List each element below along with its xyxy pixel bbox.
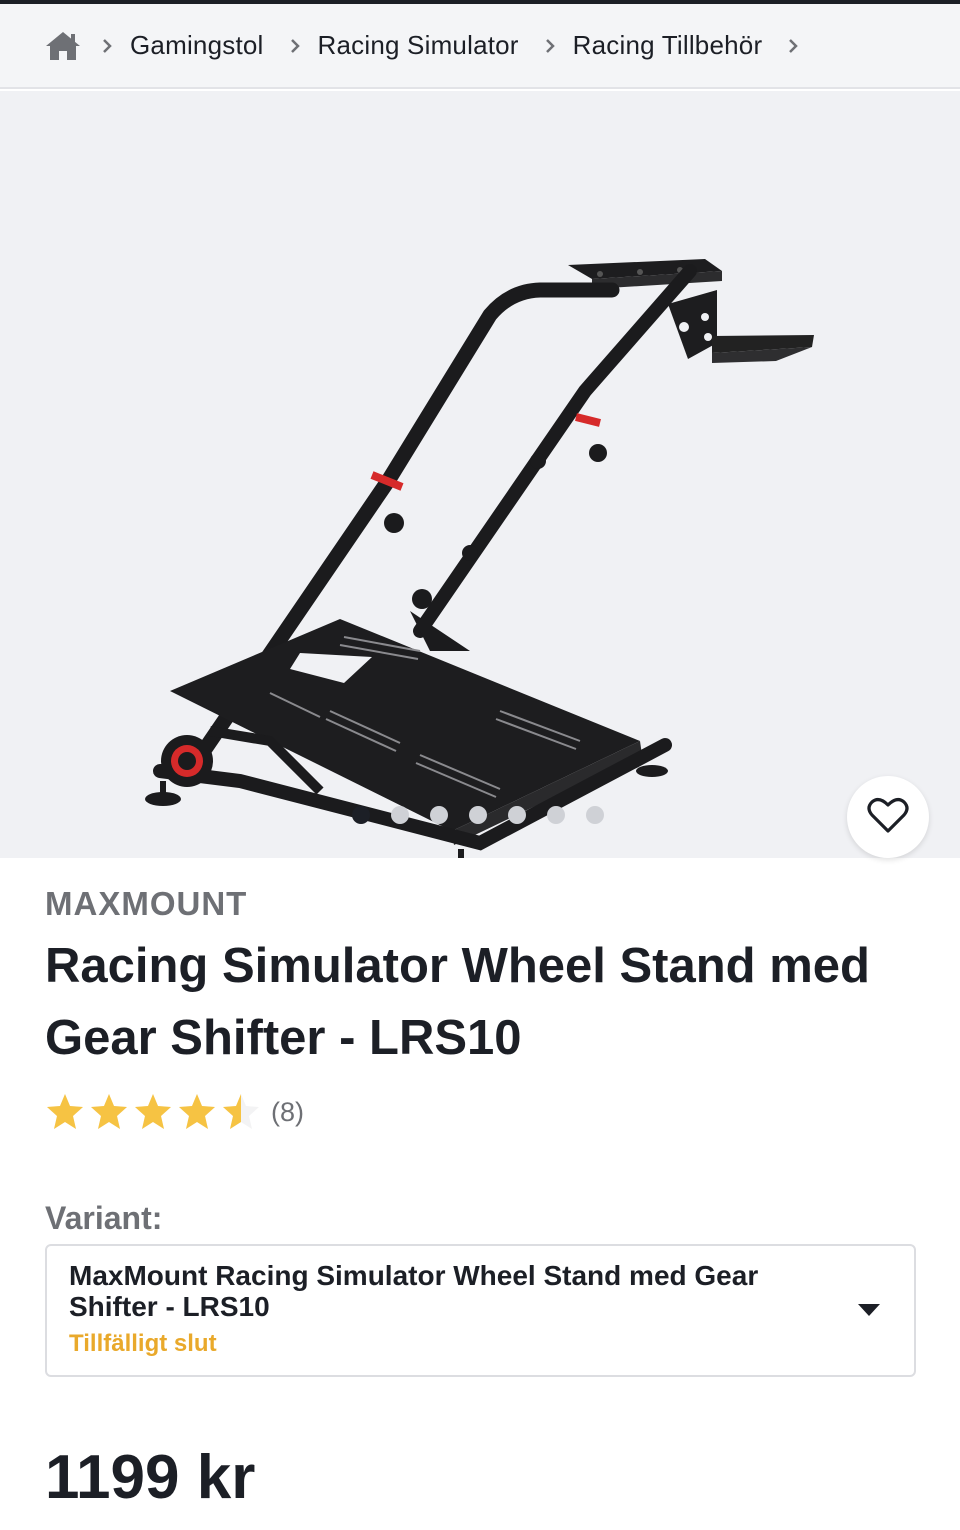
gallery-dot[interactable] (547, 806, 565, 824)
variant-value: MaxMount Racing Simulator Wheel Stand me… (69, 1260, 759, 1322)
product-title: Racing Simulator Wheel Stand med Gear Sh… (45, 939, 870, 1065)
product-price: 1199 kr (45, 1443, 256, 1512)
variant-select[interactable]: MaxMount Racing Simulator Wheel Stand me… (45, 1244, 916, 1377)
gallery-pagination (352, 806, 604, 824)
breadcrumb: Gamingstol Racing Simulator Racing Tillb… (0, 4, 960, 89)
product-gallery[interactable] (0, 91, 960, 858)
chevron-right-icon (272, 38, 318, 53)
star-icon (179, 1094, 215, 1129)
variant-label: Variant: (45, 1200, 163, 1236)
star-icon (47, 1094, 83, 1129)
star-icon (223, 1094, 259, 1129)
breadcrumb-item-racing-simulator[interactable]: Racing Simulator (318, 30, 519, 61)
chevron-right-icon (770, 38, 816, 53)
gallery-dot[interactable] (430, 806, 448, 824)
gallery-dot[interactable] (352, 806, 370, 824)
gallery-dot[interactable] (508, 806, 526, 824)
variant-stock-status: Tillfälligt slut (69, 1330, 217, 1357)
gallery-dot[interactable] (469, 806, 487, 824)
chevron-right-icon (527, 38, 573, 53)
breadcrumb-item-racing-tillbehor[interactable]: Racing Tillbehör (573, 30, 763, 61)
chevron-down-icon (858, 1304, 880, 1316)
star-icon (135, 1094, 171, 1129)
rating-stars (45, 1092, 265, 1132)
gallery-dot[interactable] (391, 806, 409, 824)
gallery-dot[interactable] (586, 806, 604, 824)
chevron-right-icon (84, 38, 130, 53)
favorite-button[interactable] (847, 776, 929, 858)
product-brand[interactable]: MAXMOUNT (45, 885, 247, 923)
home-icon[interactable] (44, 29, 84, 63)
breadcrumb-item-gamingstol[interactable]: Gamingstol (130, 30, 264, 61)
star-icon (91, 1094, 127, 1129)
review-count[interactable]: (8) (271, 1097, 304, 1128)
product-image[interactable] (0, 91, 960, 858)
heart-icon (867, 796, 909, 839)
rating[interactable]: (8) (45, 1092, 304, 1132)
